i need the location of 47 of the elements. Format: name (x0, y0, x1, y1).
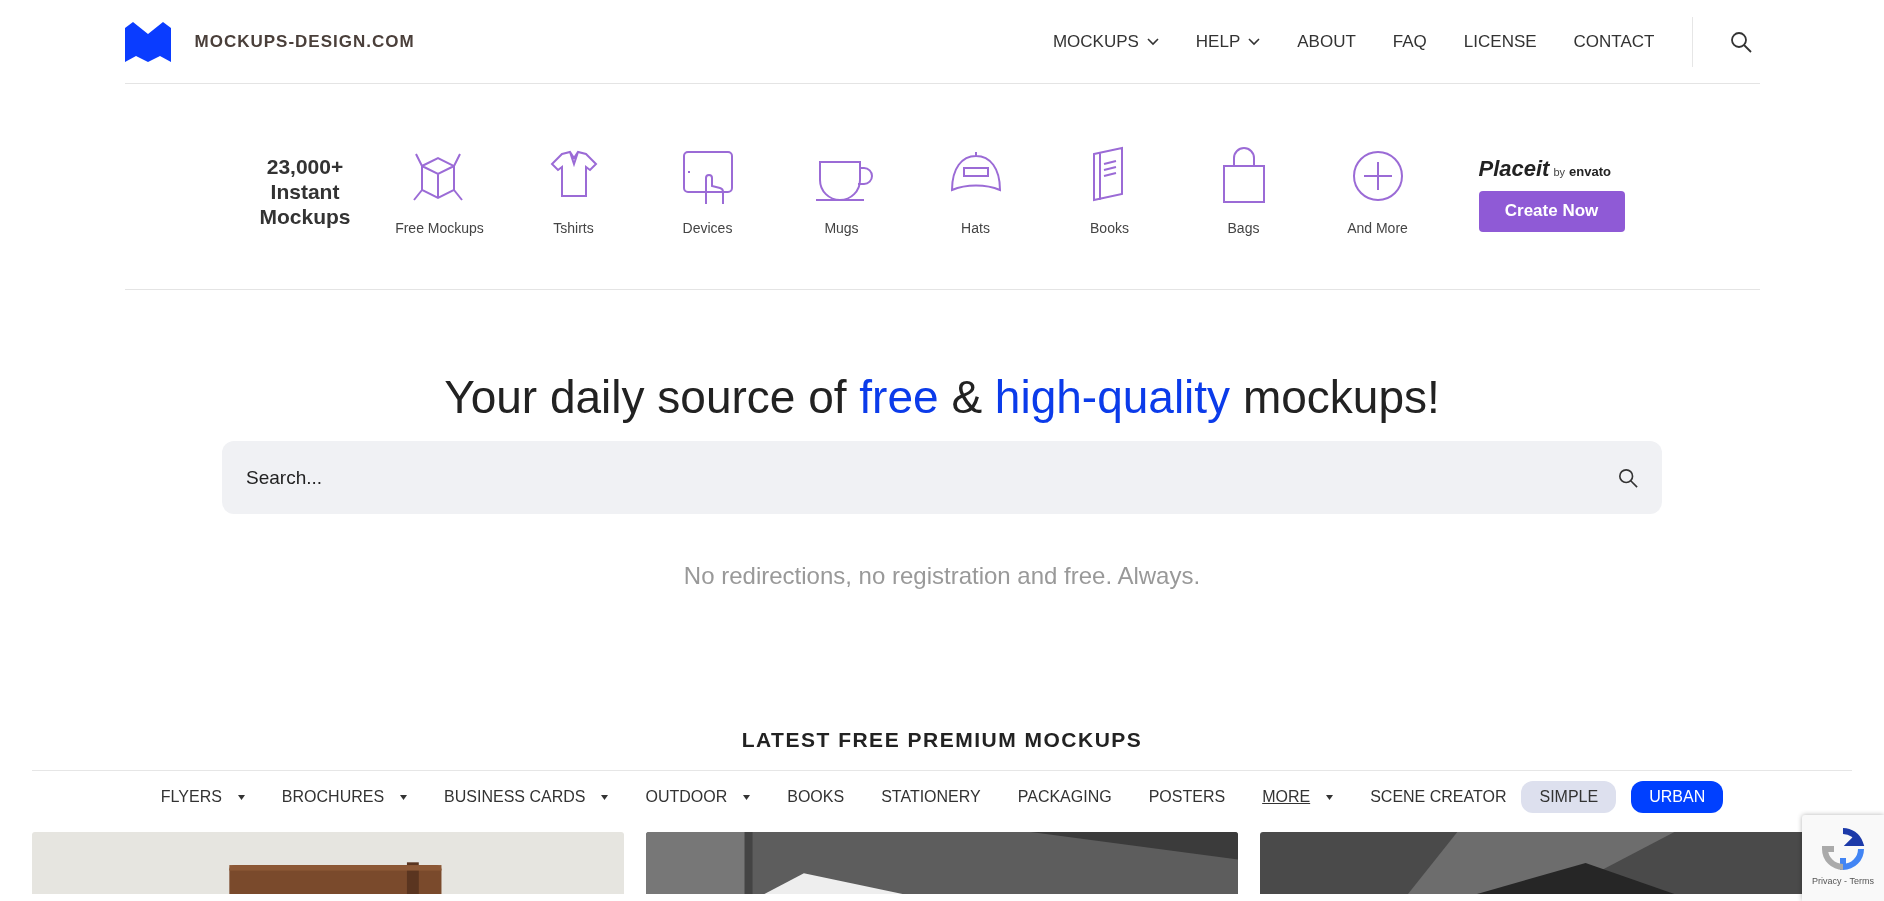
create-now-button[interactable]: Create Now (1478, 190, 1625, 232)
category-link[interactable]: Tshirts (528, 144, 619, 239)
category-link[interactable]: And More (1332, 144, 1423, 239)
headline: Your daily source of free & high-quality mockups! (444, 370, 1440, 425)
nav-link[interactable]: LICENSE (1463, 28, 1537, 55)
filter-link[interactable]: MORE (1262, 785, 1334, 810)
filter-link[interactable]: PACKAGING (1017, 785, 1112, 810)
filter-link[interactable]: BROCHURES (281, 785, 408, 810)
logo-icon[interactable] (124, 21, 171, 62)
category-link[interactable]: Free Mockups (394, 144, 485, 239)
category-link[interactable]: Bags (1198, 144, 1289, 239)
category-link[interactable]: Devices (662, 144, 753, 239)
captcha-icon (1821, 827, 1865, 872)
caret-icon (237, 794, 245, 800)
captcha-links[interactable]: Privacy - Terms (1812, 875, 1874, 889)
category-link[interactable]: Books (1064, 144, 1155, 239)
caret-icon (601, 794, 609, 800)
section-title: LATEST FREE PREMIUM MOCKUPS (741, 727, 1143, 754)
filter-pill[interactable]: URBAN (1631, 781, 1724, 814)
nav-link[interactable]: FAQ (1392, 28, 1427, 55)
nav-link[interactable]: HELP (1195, 28, 1261, 55)
filter-link[interactable]: FLYERS (160, 785, 245, 810)
tagline: No redirections, no registration and free. Always. (683, 561, 1201, 592)
mockup-count: 23,000+ Instant Mockups (259, 153, 351, 230)
partner-name: Placeit (1478, 154, 1550, 183)
nav-link[interactable]: ABOUT (1297, 28, 1356, 55)
partner-vendor: envato (1569, 162, 1611, 181)
filter-link[interactable]: BUSINESS CARDS (444, 785, 609, 810)
category-link[interactable]: Mugs (796, 144, 887, 239)
partner-by: by (1553, 164, 1566, 180)
filter-link[interactable]: STATIONERY (881, 785, 981, 810)
search-icon[interactable] (1729, 30, 1752, 53)
caret-icon (400, 794, 408, 800)
category-link[interactable]: Hats (930, 144, 1021, 239)
chevron-down-icon (1248, 37, 1261, 46)
site-name[interactable]: MOCKUPS-DESIGN.COM (194, 28, 415, 55)
nav-link[interactable]: CONTACT (1573, 28, 1655, 55)
caret-icon (1326, 794, 1334, 800)
filter-link[interactable]: BOOKS (787, 785, 845, 810)
filter-link[interactable]: POSTERS (1148, 785, 1226, 810)
filter-pill[interactable]: SIMPLE (1521, 781, 1617, 814)
chevron-down-icon (1146, 37, 1159, 46)
search-icon[interactable] (1618, 467, 1638, 488)
caret-icon (743, 794, 751, 800)
filter-link[interactable]: SCENE CREATOR (1370, 785, 1507, 810)
nav-link[interactable]: MOCKUPS (1052, 28, 1159, 55)
filter-link[interactable]: OUTDOOR (645, 785, 751, 810)
